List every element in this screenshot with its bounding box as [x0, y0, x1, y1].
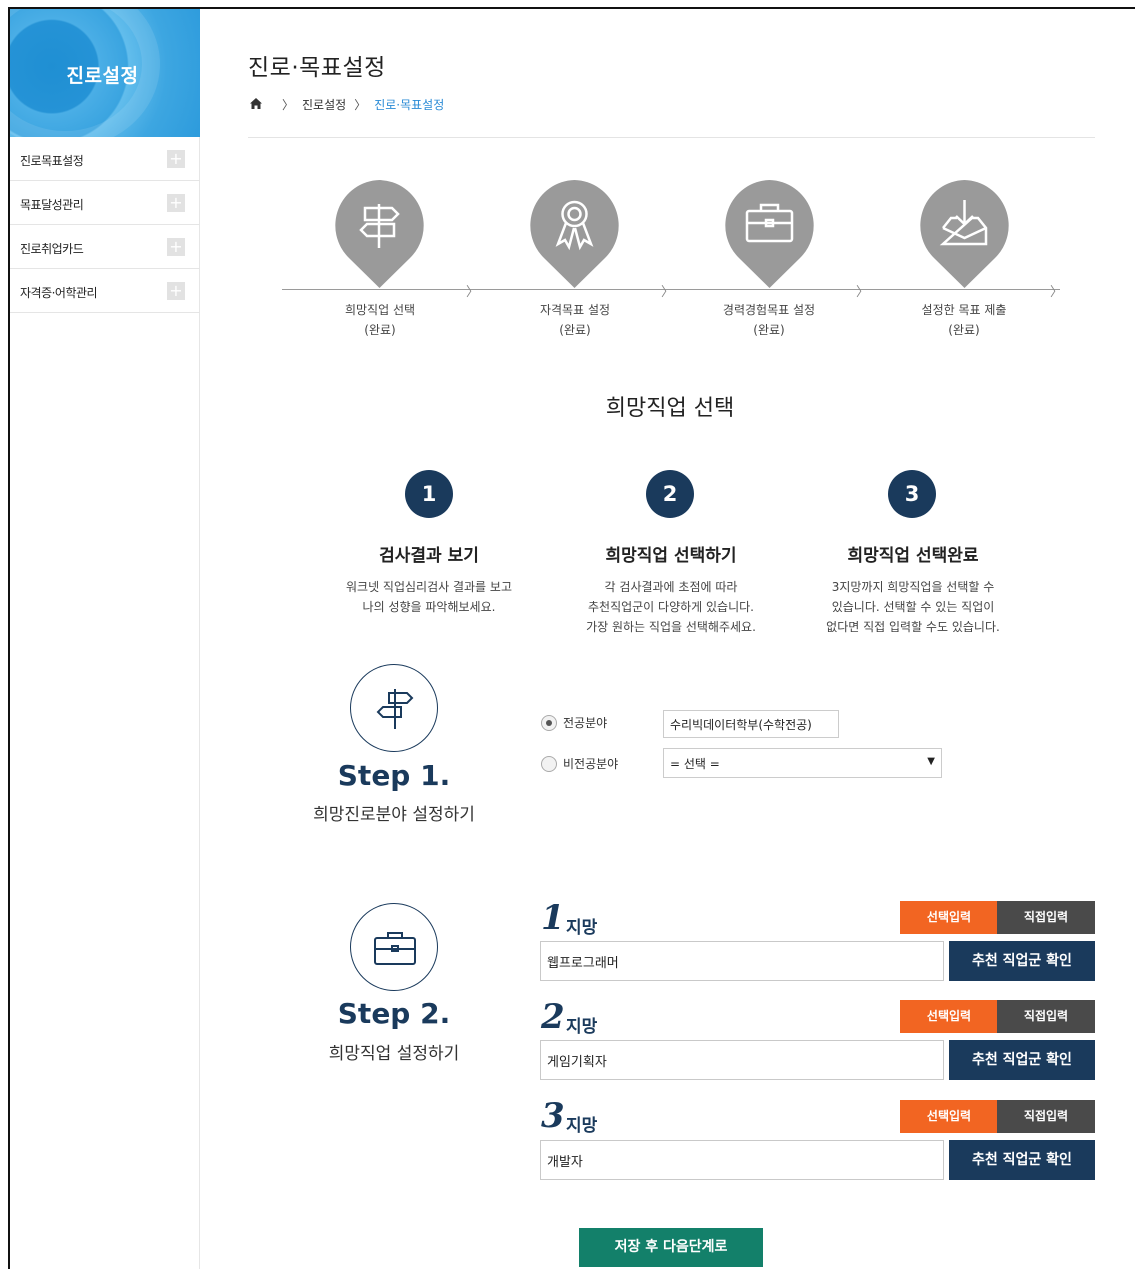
divider — [248, 137, 1095, 138]
progress-step-3: 경력경험목표 설정 (완료) — [694, 300, 844, 340]
guide-description-line: 있습니다. 선택할 수 있는 직업이 — [831, 600, 995, 614]
guide-title: 희망직업 선택완료 — [847, 546, 979, 566]
guide-description-line: 나의 성향을 파악해보세요. — [362, 600, 496, 614]
breadcrumb-current[interactable]: 진로·목표설정 — [374, 96, 444, 113]
progress-step-4: 설정한 목표 제출 (완료) — [889, 300, 1039, 340]
direct-input-tab[interactable]: 직접입력 — [997, 1100, 1095, 1133]
inbox-download-icon — [917, 178, 1012, 290]
plus-icon[interactable]: + — [167, 282, 185, 300]
plus-icon[interactable]: + — [167, 194, 185, 212]
major-radio-label[interactable]: 전공분야 — [563, 714, 607, 731]
chevron-right-icon: 〉 — [354, 98, 367, 112]
section-title: 희망직업 선택 — [605, 396, 735, 421]
guide-description-line: 가장 원하는 직업을 선택해주세요. — [586, 620, 756, 634]
guide-description-line: 추천직업군이 다양하게 있습니다. — [587, 600, 754, 614]
guide-description-line: 3지망까지 희망직업을 선택할 수 — [831, 580, 995, 594]
dropdown-arrow-icon: ▼ — [927, 756, 935, 767]
sidebar-item-career-goal[interactable]: 진로목표설정 + — [10, 137, 200, 181]
breadcrumb-item[interactable]: 진로설정 — [302, 96, 346, 113]
page-title: 진로·목표설정 — [248, 55, 386, 81]
breadcrumb: 〉 진로설정 〉 진로·목표설정 — [250, 96, 444, 113]
nonmajor-select[interactable]: = 선택 = ▼ — [663, 748, 942, 778]
guide-description-line: 각 검사결과에 초점에 따라 — [604, 580, 738, 594]
chevron-right-icon: 〉 — [466, 285, 480, 300]
save-next-button[interactable]: 저장 후 다음단계로 — [579, 1228, 763, 1267]
choice-number: 1 — [541, 898, 565, 938]
progress-step-status: (완료) — [753, 323, 785, 337]
sidebar-menu: 진로목표설정 + 목표달성관리 + 진로취업카드 + 자격증·어학관리 + — [10, 137, 200, 313]
guide-number-2: 2 — [646, 470, 694, 518]
step2-subtitle: 희망직업 설정하기 — [328, 1044, 460, 1064]
select-value: = 선택 = — [670, 756, 720, 771]
guide-description: 워크넷 직업심리검사 결과를 보고 나의 성향을 파악해보세요. — [299, 577, 559, 617]
chevron-right-icon: 〉 — [282, 98, 295, 112]
signpost-icon — [332, 178, 427, 290]
chevron-right-icon: 〉 — [661, 285, 675, 300]
chevron-right-icon: 〉 — [1050, 285, 1064, 300]
guide-title: 희망직업 선택하기 — [605, 546, 737, 566]
nonmajor-radio-label[interactable]: 비전공분야 — [563, 755, 618, 772]
direct-input-tab[interactable]: 직접입력 — [997, 901, 1095, 934]
progress-step-2: 자격목표 설정 (완료) — [500, 300, 650, 340]
guide-description: 각 검사결과에 초점에 따라 추천직업군이 다양하게 있습니다. 가장 원하는 … — [541, 577, 801, 637]
award-ribbon-icon — [527, 178, 622, 290]
chevron-right-icon: 〉 — [856, 285, 870, 300]
choice-label: 지망 — [566, 1017, 598, 1037]
signpost-icon — [350, 664, 438, 752]
progress-step-1: 희망직업 선택 (완료) — [305, 300, 455, 340]
step1-heading: Step 1. — [337, 759, 451, 792]
plus-icon[interactable]: + — [167, 238, 185, 256]
guide-description-line: 워크넷 직업심리검사 결과를 보고 — [345, 580, 512, 594]
progress-step-status: (완료) — [364, 323, 396, 337]
recommend-button[interactable]: 추천 직업군 확인 — [949, 941, 1095, 981]
choice-number: 3 — [541, 1096, 565, 1136]
guide-description-line: 없다면 직접 입력할 수도 있습니다. — [826, 620, 1000, 634]
guide-number-1: 1 — [405, 470, 453, 518]
nonmajor-radio[interactable] — [541, 756, 557, 772]
recommend-button[interactable]: 추천 직업군 확인 — [949, 1140, 1095, 1180]
progress-step-label: 자격목표 설정 — [539, 303, 611, 317]
plus-icon[interactable]: + — [167, 150, 185, 168]
choice-2-input[interactable]: 게임기획자 — [540, 1040, 944, 1080]
progress-step-label: 희망직업 선택 — [344, 303, 416, 317]
briefcase-icon — [722, 178, 817, 290]
choice-3-input[interactable]: 개발자 — [540, 1140, 944, 1180]
progress-step-label: 경력경험목표 설정 — [722, 303, 816, 317]
sidebar-item-certificates[interactable]: 자격증·어학관리 + — [10, 269, 200, 313]
step1-subtitle: 희망진로분야 설정하기 — [313, 805, 475, 825]
sidebar-item-goal-achievement[interactable]: 목표달성관리 + — [10, 181, 200, 225]
sidebar-header: 진로설정 — [10, 9, 200, 137]
sidebar-item-label: 진로목표설정 — [20, 154, 84, 168]
major-radio[interactable] — [541, 715, 557, 731]
progress-step-label: 설정한 목표 제출 — [921, 303, 1007, 317]
select-input-tab[interactable]: 선택입력 — [900, 901, 998, 934]
recommend-button[interactable]: 추천 직업군 확인 — [949, 1040, 1095, 1080]
choice-number: 2 — [541, 997, 565, 1037]
choice-label: 지망 — [566, 1116, 598, 1136]
direct-input-tab[interactable]: 직접입력 — [997, 1000, 1095, 1033]
sidebar-item-label: 자격증·어학관리 — [20, 286, 98, 300]
step2-heading: Step 2. — [337, 997, 451, 1030]
choice-label: 지망 — [566, 918, 598, 938]
guide-number-3: 3 — [888, 470, 936, 518]
briefcase-icon — [350, 903, 438, 991]
sidebar-item-label: 목표달성관리 — [20, 198, 84, 212]
sidebar-item-label: 진로취업카드 — [20, 242, 84, 256]
progress-step-status: (완료) — [559, 323, 591, 337]
sidebar-item-career-card[interactable]: 진로취업카드 + — [10, 225, 200, 269]
choice-1-input[interactable]: 웹프로그래머 — [540, 941, 944, 981]
major-field[interactable]: 수리빅데이터학부(수학전공) — [663, 710, 839, 738]
progress-step-status: (완료) — [948, 323, 980, 337]
sidebar: 진로설정 진로목표설정 + 목표달성관리 + 진로취업카드 + 자격증·어학관리 + — [10, 9, 200, 1269]
select-input-tab[interactable]: 선택입력 — [900, 1000, 998, 1033]
guide-title: 검사결과 보기 — [379, 546, 479, 566]
select-input-tab[interactable]: 선택입력 — [900, 1100, 998, 1133]
home-icon[interactable] — [250, 97, 262, 112]
guide-description: 3지망까지 희망직업을 선택할 수 있습니다. 선택할 수 있는 직업이 없다면… — [783, 577, 1043, 637]
sidebar-title: 진로설정 — [66, 65, 139, 87]
